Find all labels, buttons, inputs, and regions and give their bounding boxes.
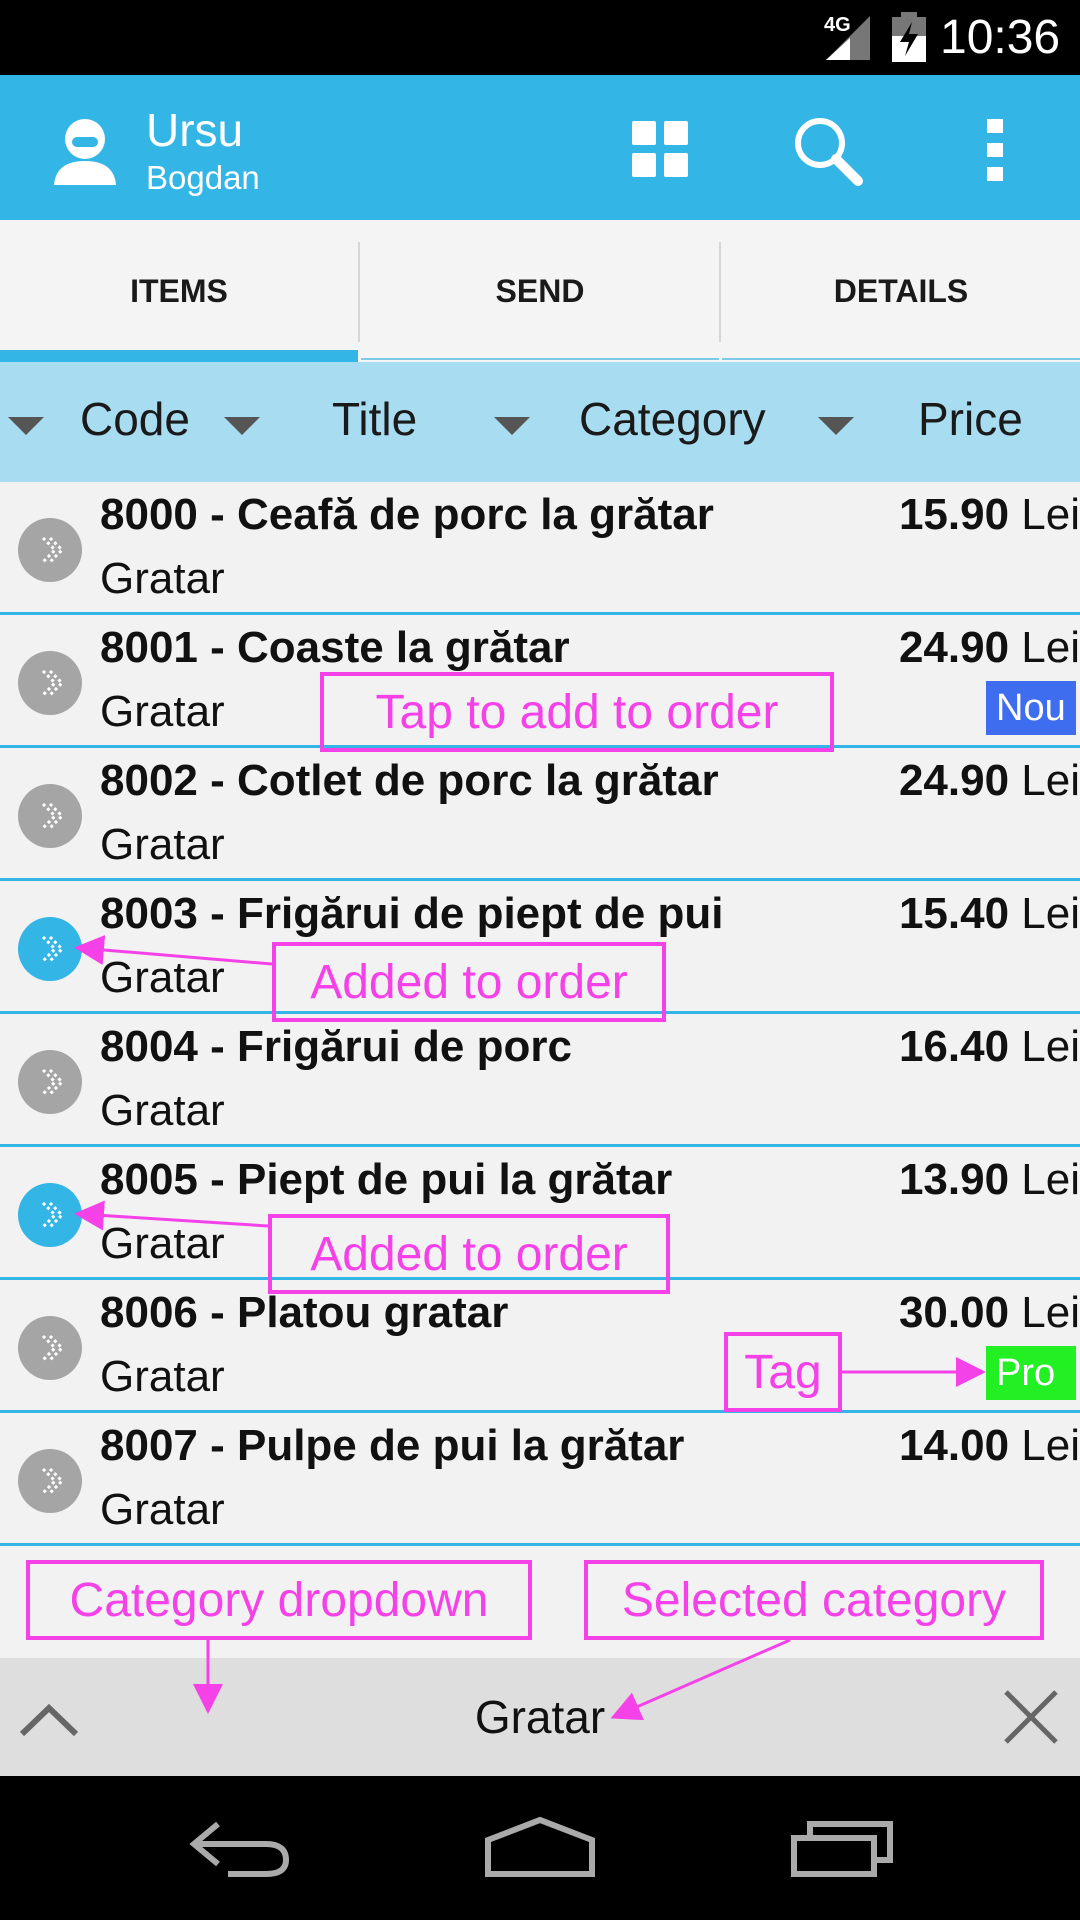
list-item[interactable]: 8007 - Pulpe de pui la grătar Gratar 14.… [0,1413,1080,1546]
item-price: 24.90 Lei [899,756,1080,806]
tab-underline [361,358,719,360]
network-type-label: 4G [824,14,851,36]
item-category: Gratar [100,1485,225,1534]
sort-arrow-icon[interactable] [818,417,854,435]
selected-tab-indicator [0,350,358,362]
sort-arrow-icon[interactable] [494,417,530,435]
annotation-added-to-order: Added to order [272,942,666,1022]
network-signal-icon: 4G [820,14,872,60]
item-price-value: 14.00 [898,1421,1010,1470]
item-category: Gratar [100,1219,225,1268]
annotation-tap-to-add: Tap to add to order [320,672,834,752]
column-header: Code Title Category Price [0,362,1080,482]
column-category[interactable]: Category [579,392,766,446]
added-item-icon[interactable] [18,1183,82,1247]
column-price[interactable]: Price [918,392,1023,446]
list-item[interactable]: 8002 - Cotlet de porc la grătar Gratar 2… [0,748,1080,881]
status-bar: 4G 10:36 [0,0,1080,75]
item-category: Gratar [100,1352,225,1401]
item-title: 8000 - Ceafă de porc la grătar [100,490,714,539]
item-currency: Lei [1021,1155,1080,1204]
selected-category[interactable]: Gratar [0,1690,1080,1744]
item-price: 16.40 Lei [899,1022,1080,1072]
back-icon[interactable] [188,1816,292,1883]
battery-icon [892,12,926,62]
clock: 10:36 [940,11,1061,64]
home-icon[interactable] [484,1816,596,1883]
item-price-value: 30.00 [898,1288,1010,1337]
item-price-value: 15.40 [898,889,1010,938]
add-item-icon[interactable] [18,1316,82,1380]
tab-divider [719,242,721,342]
item-price: 15.90 Lei [899,490,1080,540]
added-item-icon[interactable] [18,917,82,981]
tab-bar: ITEMS SEND DETAILS [0,220,1080,362]
tag-badge: Nou [986,681,1076,735]
item-price: 13.90 Lei [899,1155,1080,1205]
tag-badge: Pro [986,1346,1076,1400]
item-price-value: 24.90 [898,623,1010,672]
tab-details[interactable]: DETAILS [722,220,1080,362]
user-last-name: Ursu [146,104,244,156]
action-bar: Ursu Bogdan [0,75,1080,220]
item-title: 8007 - Pulpe de pui la grătar [100,1421,685,1470]
item-currency: Lei [1021,1288,1080,1337]
item-price-value: 24.90 [898,756,1010,805]
item-price-value: 16.40 [898,1022,1010,1071]
item-price: 30.00 Lei [899,1288,1080,1338]
annotation-tag: Tag [724,1332,842,1412]
item-category: Gratar [100,687,225,736]
item-price: 15.40 Lei [899,889,1080,939]
sort-arrow-icon[interactable] [224,417,260,435]
item-currency: Lei [1021,889,1080,938]
recent-apps-icon[interactable] [790,1816,896,1883]
annotation-selected-category: Selected category [584,1560,1044,1640]
item-currency: Lei [1021,756,1080,805]
item-category: Gratar [100,820,225,869]
add-item-icon[interactable] [18,651,82,715]
item-currency: Lei [1021,1421,1080,1470]
tab-underline [722,358,1080,360]
item-title: 8003 - Frigărui de piept de pui [100,889,724,938]
sort-arrow-icon[interactable] [8,417,44,435]
list-item[interactable]: 8006 - Platou gratar Gratar 30.00 Lei Pr… [0,1280,1080,1413]
item-currency: Lei [1021,490,1080,539]
list-item[interactable]: 8004 - Frigărui de porc Gratar 16.40 Lei [0,1014,1080,1147]
add-item-icon[interactable] [18,518,82,582]
item-price-value: 15.90 [898,490,1010,539]
item-currency: Lei [1021,1022,1080,1071]
item-currency: Lei [1021,623,1080,672]
annotation-added-to-order: Added to order [268,1214,670,1294]
item-category: Gratar [100,1086,225,1135]
item-category: Gratar [100,554,225,603]
overflow-menu-icon[interactable] [980,115,1010,185]
item-title: 8006 - Platou gratar [100,1288,509,1337]
item-title: 8005 - Piept de pui la grătar [100,1155,673,1204]
item-title: 8001 - Coaste la grătar [100,623,570,672]
navigation-bar [0,1776,1080,1920]
add-item-icon[interactable] [18,1449,82,1513]
tab-divider [358,242,360,342]
item-price-value: 13.90 [898,1155,1010,1204]
list-item[interactable]: 8000 - Ceafă de porc la grătar Gratar 15… [0,482,1080,615]
column-code[interactable]: Code [80,392,190,446]
grid-icon[interactable] [630,119,690,179]
add-item-icon[interactable] [18,784,82,848]
item-title: 8002 - Cotlet de porc la grătar [100,756,719,805]
add-item-icon[interactable] [18,1050,82,1114]
category-filter-bar: Gratar [0,1658,1080,1776]
user-first-name: Bogdan [146,159,260,196]
item-title: 8004 - Frigărui de porc [100,1022,572,1071]
annotation-category-dropdown: Category dropdown [26,1560,532,1640]
user-icon[interactable] [50,115,120,185]
item-price: 24.90 Lei [899,623,1080,673]
close-icon[interactable] [1000,1686,1062,1748]
tab-send[interactable]: SEND [361,220,719,362]
item-category: Gratar [100,953,225,1002]
tab-items[interactable]: ITEMS [0,220,358,362]
item-price: 14.00 Lei [899,1421,1080,1471]
search-icon[interactable] [790,113,866,189]
column-title[interactable]: Title [332,392,417,446]
